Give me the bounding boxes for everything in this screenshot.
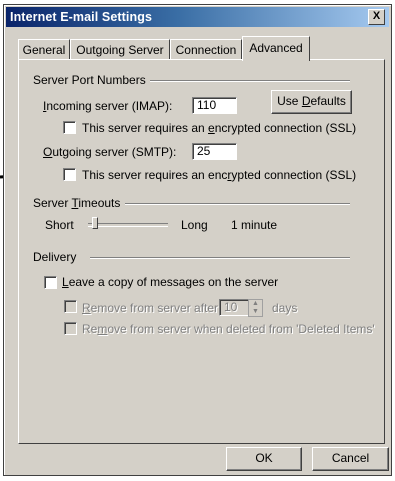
delivery-heading: Delivery (33, 250, 77, 264)
use-defaults-button[interactable]: Use Defaults (271, 90, 352, 114)
incoming-port-input[interactable]: 110 (192, 97, 237, 114)
outgoing-port-input[interactable]: 25 (192, 143, 237, 160)
leave-copy-checkbox[interactable] (44, 276, 57, 289)
server-port-divider (150, 80, 350, 82)
spinner-up-icon[interactable]: ▲ (249, 300, 262, 308)
server-timeouts-divider (125, 203, 350, 205)
spinner-down-icon[interactable]: ▼ (249, 308, 262, 316)
timeout-short-label: Short (45, 218, 74, 232)
remove-after-checkbox[interactable] (64, 300, 77, 313)
remove-after-label: Remove from server after (82, 301, 219, 315)
leave-copy-label: Leave a copy of messages on the server (62, 275, 279, 289)
remove-after-days-spinner[interactable]: ▲ ▼ (248, 299, 263, 317)
ok-button[interactable]: OK (226, 447, 302, 471)
timeout-slider-thumb[interactable] (92, 217, 98, 229)
outgoing-server-label: Outgoing server (SMTP): (43, 145, 177, 159)
incoming-ssl-checkbox[interactable] (63, 121, 76, 134)
remove-after-days-input[interactable]: 10 (219, 299, 249, 316)
timeout-long-label: Long (181, 218, 208, 232)
incoming-server-label: Incoming server (IMAP): (43, 99, 173, 113)
remove-deleted-checkbox[interactable] (64, 322, 77, 335)
delivery-divider (90, 257, 350, 259)
outgoing-ssl-checkbox[interactable] (63, 168, 76, 181)
outgoing-ssl-label: This server requires an encrypted connec… (82, 168, 357, 182)
remove-deleted-label: Remove from server when deleted from 'De… (82, 322, 375, 336)
cancel-button[interactable]: Cancel (312, 447, 389, 471)
timeout-value: 1 minute (231, 218, 278, 232)
timeout-slider-track[interactable] (88, 223, 168, 227)
server-port-numbers-heading: Server Port Numbers (33, 73, 146, 87)
incoming-ssl-label: This server requires an encrypted connec… (82, 121, 357, 135)
server-timeouts-heading: Server Timeouts (33, 196, 121, 210)
days-label: days (272, 301, 298, 315)
